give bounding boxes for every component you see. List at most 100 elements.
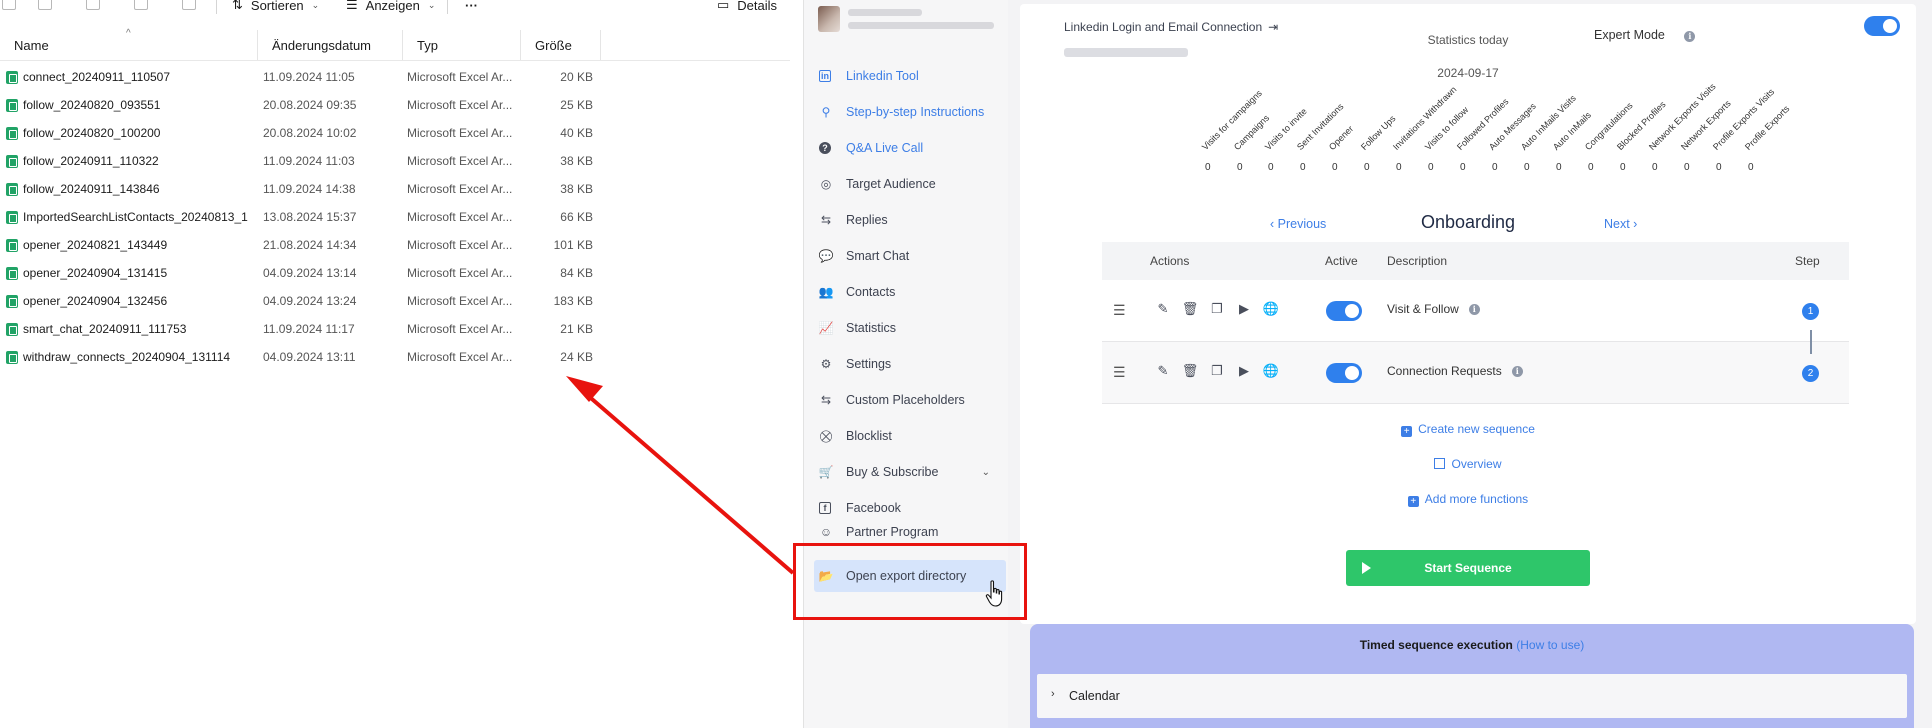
edit-icon[interactable]: ✎ — [1154, 301, 1172, 317]
sidebar-item-statistics[interactable]: 📈 Statistics — [814, 312, 1006, 344]
create-sequence-link[interactable]: + Create new sequence — [1020, 422, 1916, 437]
excel-file-icon — [6, 71, 18, 84]
view-button[interactable]: ☰ Anzeigen ⌄ — [346, 0, 435, 14]
file-row[interactable]: follow_20240911_143846 11.09.2024 14:38 Mi… — [0, 175, 610, 203]
stats-date: 2024-09-17 — [1437, 66, 1499, 80]
file-row[interactable]: opener_20240821_143449 21.08.2024 14:34 Mi… — [0, 231, 610, 259]
stat-value: 0 — [1268, 162, 1274, 173]
cut-icon[interactable] — [2, 0, 16, 10]
file-row[interactable]: ImportedSearchListContacts_20240813_1...… — [0, 203, 610, 231]
user-profile[interactable] — [818, 6, 998, 32]
sidebar-item-facebook[interactable]: f Facebook — [814, 492, 1006, 524]
file-row[interactable]: follow_20240911_110322 11.09.2024 11:03 Mi… — [0, 147, 610, 175]
sidebar-item-buy-subscribe[interactable]: 🛒 Buy & Subscribe ⌄ — [814, 456, 1006, 488]
column-header-size[interactable]: Größe — [521, 30, 601, 60]
how-to-use-link[interactable]: (How to use) — [1516, 638, 1584, 652]
file-type: Microsoft Excel Ar... — [407, 238, 513, 252]
file-type: Microsoft Excel Ar... — [407, 126, 513, 140]
sign-in-icon: ⇥ — [1268, 20, 1279, 34]
file-name: withdraw_connects_20240904_131114 — [23, 350, 231, 364]
column-header-type[interactable]: Typ — [403, 30, 521, 60]
toolbar-divider — [216, 0, 217, 14]
drag-handle-icon[interactable]: ☰ — [1113, 302, 1126, 319]
file-row[interactable]: follow_20240820_100200 20.08.2024 10:02 Mi… — [0, 119, 610, 147]
gear-icon: ⚙ — [820, 357, 832, 371]
expert-mode-toggle[interactable] — [1864, 16, 1900, 36]
sidebar-item-custom-placeholders[interactable]: ⇆ Custom Placeholders — [814, 384, 1006, 416]
sidebar-item-blocklist[interactable]: ⛒ Blocklist — [814, 420, 1006, 452]
start-sequence-button[interactable]: Start Sequence — [1346, 550, 1590, 586]
info-icon[interactable]: i — [1684, 30, 1696, 42]
sidebar-item-linkedin-tool[interactable]: in Linkedin Tool — [814, 60, 1006, 92]
column-header-name[interactable]: Name — [0, 30, 258, 60]
copy-icon[interactable] — [38, 0, 52, 10]
copy-icon[interactable]: ❐ — [1208, 301, 1226, 317]
rename-icon[interactable] — [86, 0, 100, 10]
file-size: 66 KB — [560, 210, 593, 224]
file-row[interactable]: connect_20240911_110507 11.09.2024 11:05 M… — [0, 63, 610, 91]
target-icon: ◎ — [820, 177, 832, 191]
plus-square-icon: + — [1401, 426, 1413, 437]
sort-button[interactable]: ⇅ Sortieren ⌄ — [232, 0, 319, 14]
profile-email-blurred — [848, 22, 994, 29]
file-row[interactable]: opener_20240904_131415 04.09.2024 13:14 Mi… — [0, 259, 610, 287]
onboarding-title: Onboarding — [1420, 212, 1516, 232]
sidebar-item-partner-program[interactable]: ☺ Partner Program — [814, 522, 1006, 542]
file-type: Microsoft Excel Ar... — [407, 182, 513, 196]
play-icon — [1362, 562, 1371, 574]
column-header-date[interactable]: Änderungsdatum — [258, 30, 403, 60]
file-row[interactable]: follow_20240820_093551 20.08.2024 09:35 Mi… — [0, 91, 610, 119]
file-row[interactable]: smart_chat_20240911_111753 11.09.2024 11:… — [0, 315, 610, 343]
sidebar-item-settings[interactable]: ⚙ Settings — [814, 348, 1006, 380]
file-name: follow_20240820_100200 — [23, 126, 161, 140]
overview-link[interactable]: Overview — [1020, 457, 1916, 471]
placeholder-icon: ⇆ — [820, 393, 832, 407]
file-type: Microsoft Excel Ar... — [407, 322, 513, 336]
excel-file-icon — [6, 267, 18, 280]
active-toggle[interactable] — [1326, 363, 1362, 383]
sidebar-item-open-export-directory[interactable]: 📂 Open export directory — [814, 560, 1006, 592]
trash-icon[interactable]: 🗑 — [1181, 363, 1199, 379]
sidebar-item-contacts[interactable]: 👥 Contacts — [814, 276, 1006, 308]
file-row[interactable]: withdraw_connects_20240904_131114 04.09.2… — [0, 343, 610, 371]
share-icon[interactable] — [134, 0, 148, 10]
next-button[interactable]: Next › — [1604, 217, 1637, 231]
file-name: ImportedSearchListContacts_20240813_1... — [23, 210, 248, 224]
sidebar-item-step-by-step-instructions[interactable]: ⚲ Step-by-step Instructions — [814, 96, 1006, 128]
info-icon[interactable]: i — [1468, 303, 1480, 315]
timed-execution-panel: Timed sequence execution (How to use) › … — [1030, 624, 1914, 728]
sidebar-item-target-audience[interactable]: ◎ Target Audience — [814, 168, 1006, 200]
excel-file-icon — [6, 99, 18, 112]
chevron-down-icon: ⌄ — [427, 0, 436, 10]
copy-icon[interactable]: ❐ — [1208, 363, 1226, 379]
info-icon[interactable]: i — [1511, 365, 1523, 377]
chevron-down-icon: ⌄ — [311, 0, 320, 10]
timed-execution-title: Timed sequence execution (How to use) — [1359, 638, 1585, 652]
calendar-accordion[interactable]: › Calendar — [1037, 674, 1907, 718]
trash-icon[interactable]: 🗑 — [1181, 301, 1199, 317]
sidebar-item-replies[interactable]: ⇆ Replies — [814, 204, 1006, 236]
stat-label: Opener — [1326, 123, 1356, 152]
linkedin-icon: in — [819, 70, 831, 82]
step-connector — [1810, 330, 1812, 354]
edit-icon[interactable]: ✎ — [1154, 363, 1172, 379]
sidebar-item-smart-chat[interactable]: 💬 Smart Chat — [814, 240, 1006, 272]
more-button[interactable]: ··· — [465, 0, 478, 14]
file-size: 38 KB — [560, 182, 593, 196]
globe-icon[interactable]: 🌐 — [1262, 301, 1280, 317]
file-type: Microsoft Excel Ar... — [407, 350, 513, 364]
details-button[interactable]: ▭ Details — [717, 0, 777, 14]
linkedin-login-link[interactable]: Linkedin Login and Email Connection ⇥ — [1064, 20, 1278, 34]
replies-icon: ⇆ — [820, 213, 832, 227]
sidebar-item-q-a-live-call[interactable]: ? Q&A Live Call — [814, 132, 1006, 164]
active-toggle[interactable] — [1326, 301, 1362, 321]
globe-icon[interactable]: 🌐 — [1262, 363, 1280, 379]
add-functions-link[interactable]: + Add more functions — [1020, 492, 1916, 507]
drag-handle-icon[interactable]: ☰ — [1113, 364, 1126, 381]
excel-file-icon — [6, 211, 18, 224]
file-row[interactable]: opener_20240904_132456 04.09.2024 13:24 Mi… — [0, 287, 610, 315]
play-icon[interactable]: ▶ — [1235, 363, 1253, 379]
delete-icon[interactable] — [182, 0, 196, 10]
play-icon[interactable]: ▶ — [1235, 301, 1253, 317]
file-date: 20.08.2024 10:02 — [263, 126, 357, 140]
